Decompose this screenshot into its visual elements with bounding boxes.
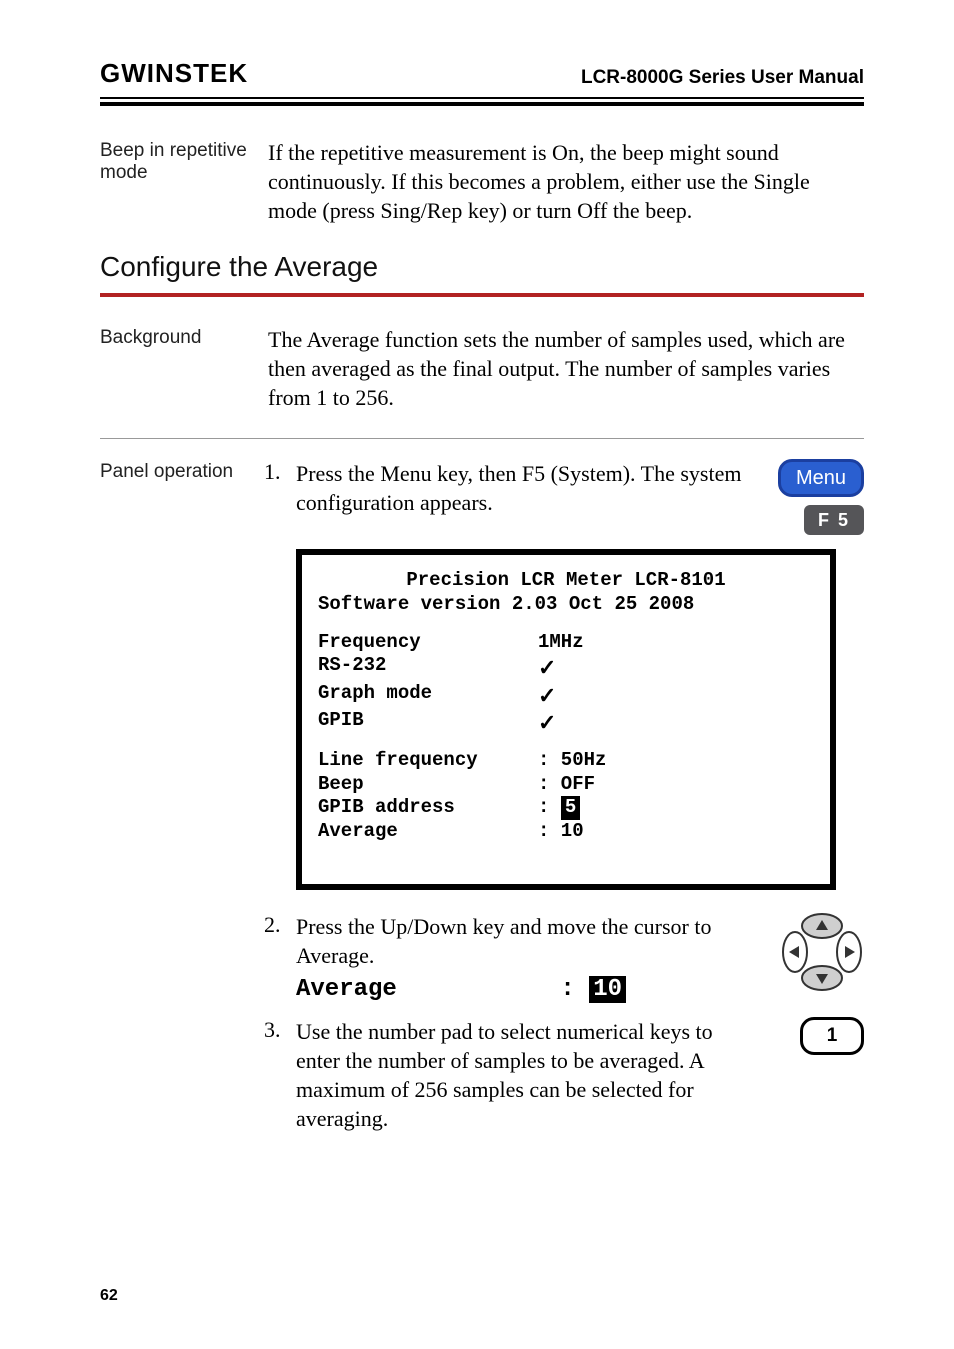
thin-divider [100,438,864,439]
header-title: LCR-8000G Series User Manual [581,67,864,89]
lcd-title: Precision LCR Meter LCR-8101 [318,569,814,593]
lcd-avg-val: : 10 [538,820,584,844]
lcd-avg-key: Average [318,820,538,844]
step-2-text: Press the Up/Down key and move the curso… [296,912,742,970]
background-text: The Average function sets the number of … [268,325,864,412]
avg-highlight-value: 10 [589,976,626,1003]
lcd-rs232-key: RS-232 [318,654,538,682]
step-2-number: 2. [264,912,292,938]
lcd-beep-key: Beep [318,773,538,797]
brand-logo: GWINSTEK [100,58,248,89]
lcd-linefreq-val: : 50Hz [538,749,606,773]
menu-key-label: Menu [796,467,846,490]
step-3-text: Use the number pad to select numerical k… [296,1017,742,1133]
header-divider [100,97,864,106]
avg-highlight-pre: : [560,976,589,1003]
lcd-screen: Precision LCR Meter LCR-8101 Software ve… [296,549,836,890]
lcd-freq-key: Frequency [318,631,538,655]
check-icon: ✓ [538,654,556,682]
lcd-gpibaddr-val: 5 [561,796,580,820]
background-side-label: Background [100,325,260,412]
f5-key-label: F 5 [818,510,850,531]
lcd-gpib-key: GPIB [318,709,538,737]
lcd-gpibaddr-key: GPIB address [318,796,538,820]
step-3-number: 3. [264,1017,292,1043]
avg-highlight-label: Average [296,976,546,1003]
lcd-version: Software version 2.03 Oct 25 2008 [318,593,814,617]
number-1-key-label: 1 [827,1025,838,1047]
section-heading: Configure the Average [100,251,864,283]
menu-key-button[interactable]: Menu [778,459,864,497]
beep-side-label: Beep in repetitive mode [100,138,260,225]
section-divider [100,293,864,297]
check-icon: ✓ [538,682,556,710]
panel-op-side-label: Panel operation [100,459,260,483]
check-icon: ✓ [538,709,556,737]
arrow-pad-icon [746,912,864,997]
number-1-key-button[interactable]: 1 [800,1017,864,1055]
f5-key-button[interactable]: F 5 [804,505,864,535]
brand-logo-text: GWINSTEK [100,58,248,88]
page-number: 62 [100,1287,118,1305]
lcd-beep-val: : OFF [538,773,595,797]
beep-text: If the repetitive measurement is On, the… [268,138,864,225]
lcd-freq-val: 1MHz [538,631,584,655]
step-1-text: Press the Menu key, then F5 (System). Th… [296,459,742,517]
lcd-linefreq-key: Line frequency [318,749,538,773]
step-1-number: 1. [264,459,292,485]
lcd-gpibaddr-pre: : [538,796,561,818]
lcd-graph-key: Graph mode [318,682,538,710]
